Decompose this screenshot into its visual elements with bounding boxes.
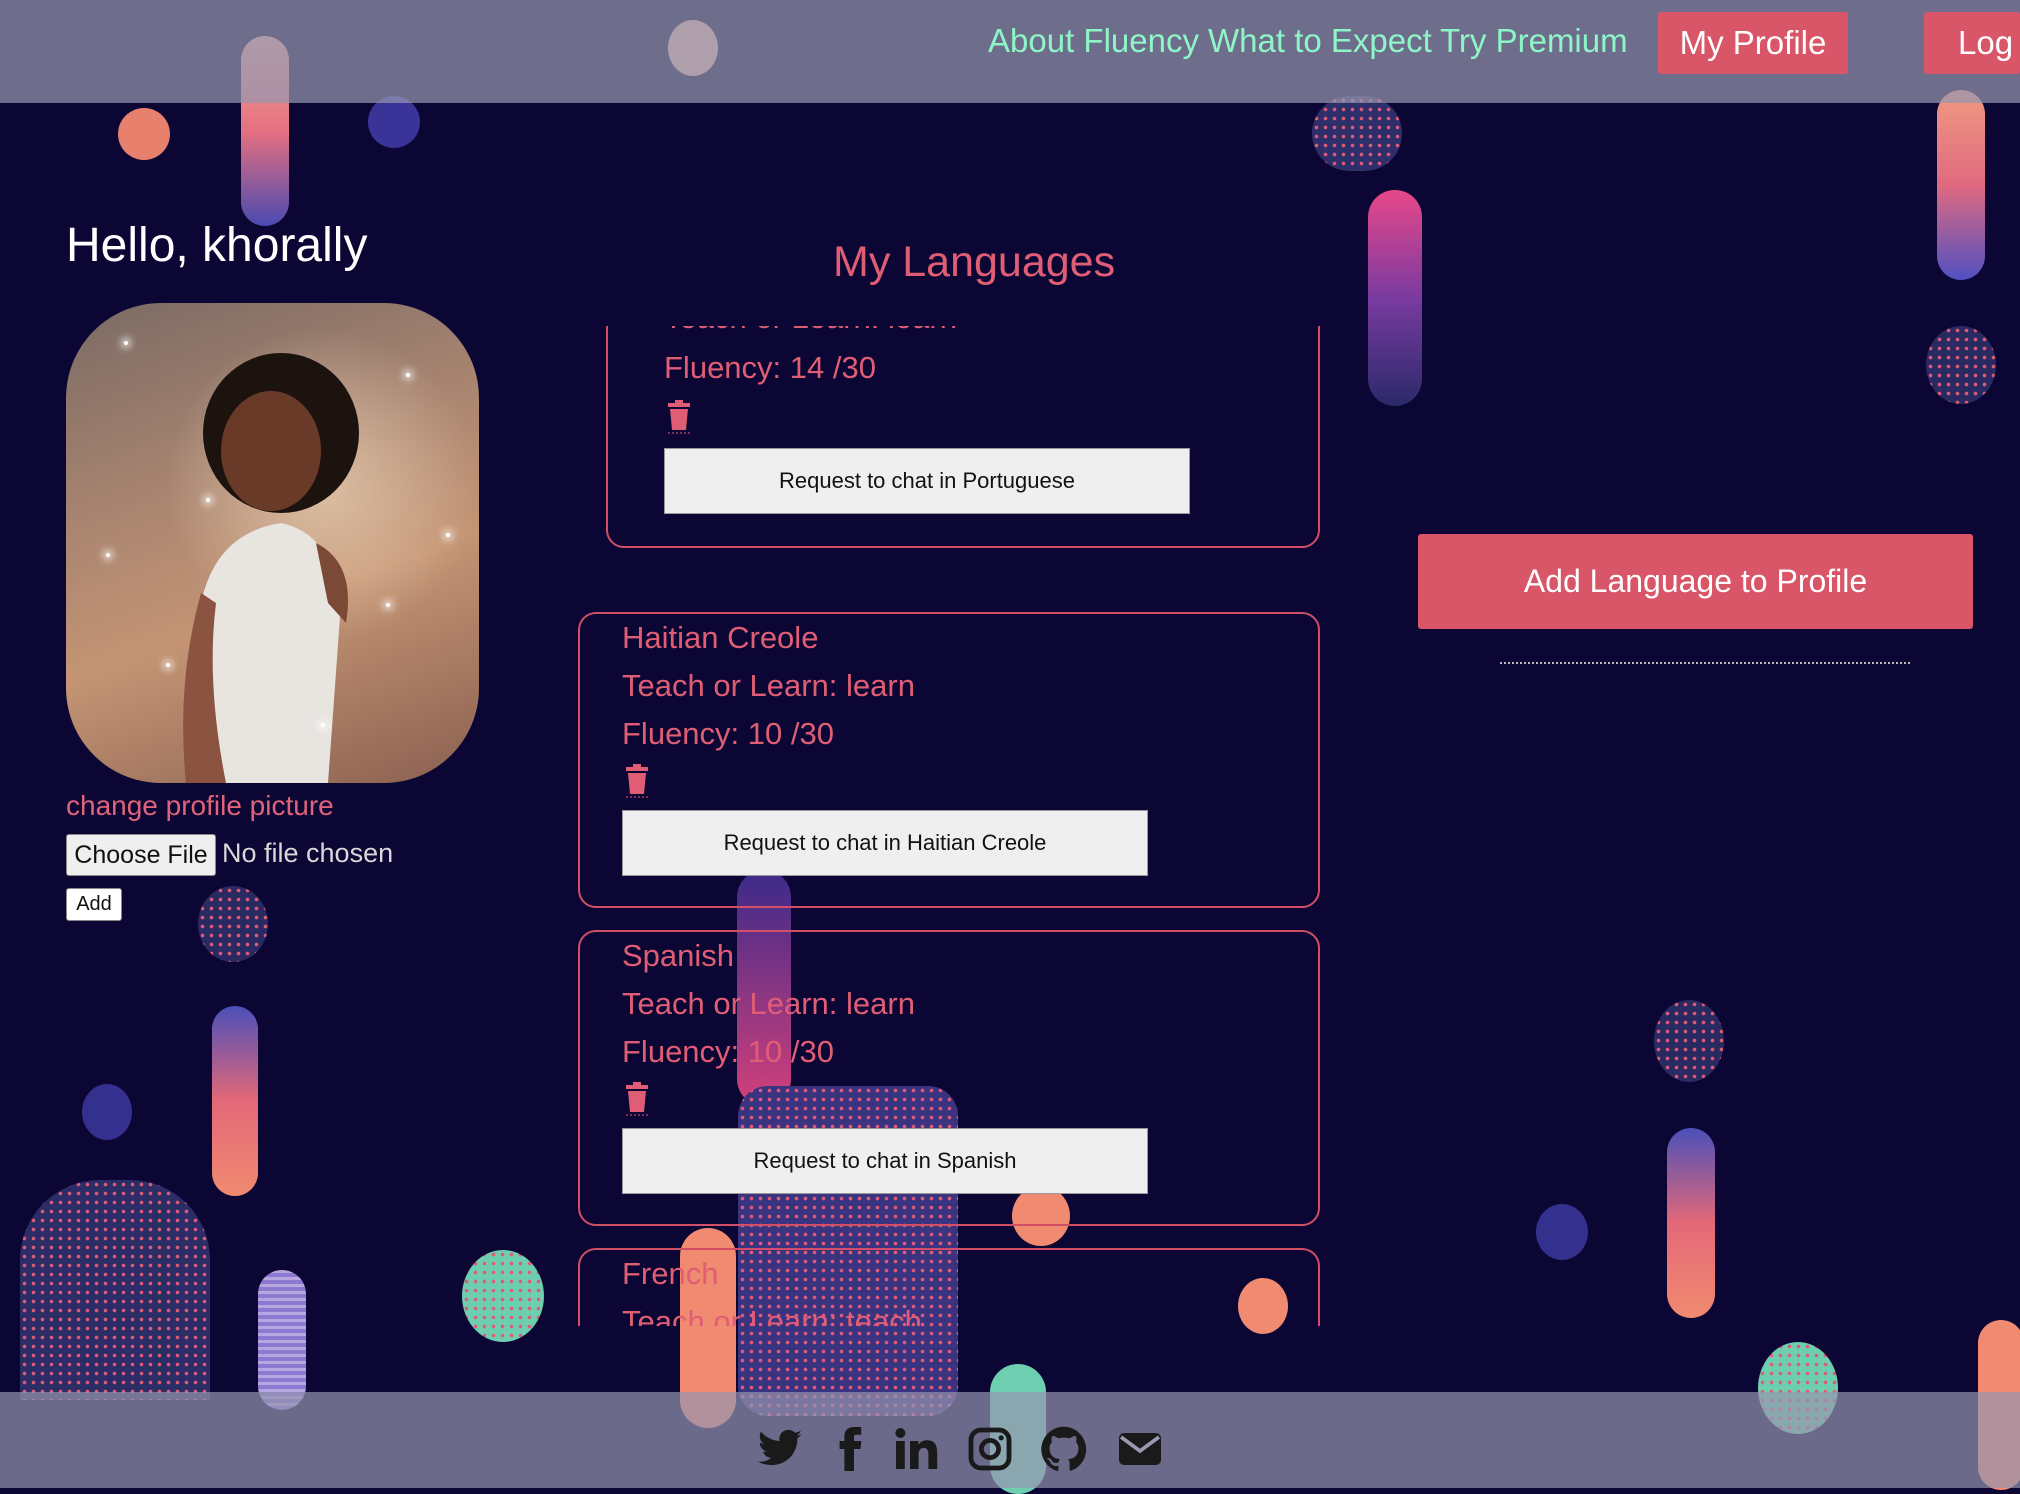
decor-pill: [1937, 90, 1985, 280]
decor-dot: [462, 1250, 544, 1342]
profile-photo: [183, 353, 359, 783]
language-card-french: French Teach or Learn: teach: [578, 1248, 1320, 1326]
decor-blob: [20, 1180, 210, 1400]
language-fluency: Fluency: 10 /30: [622, 1034, 834, 1069]
language-fluency: Fluency: 14 /30: [664, 350, 876, 385]
language-role: Teach or Learn: learn: [622, 668, 915, 703]
request-chat-button[interactable]: Request to chat in Spanish: [622, 1128, 1148, 1194]
email-icon[interactable]: [1116, 1425, 1164, 1473]
my-profile-button[interactable]: My Profile: [1658, 12, 1848, 74]
logout-button[interactable]: Log Out: [1924, 12, 2020, 74]
language-card-spanish: Spanish Teach or Learn: learn Fluency: 1…: [578, 930, 1320, 1226]
decor-dot: [1654, 1000, 1724, 1082]
trash-icon[interactable]: [624, 764, 650, 798]
language-name: Spanish: [622, 938, 735, 973]
sparkle: [124, 341, 128, 345]
file-status-text: No file chosen: [222, 838, 394, 868]
sparkle: [166, 663, 170, 667]
nav-try-premium-link[interactable]: Try Premium: [1440, 22, 1628, 60]
request-chat-button[interactable]: Request to chat in Portuguese: [664, 448, 1190, 514]
decor-dot: [198, 886, 268, 962]
sparkle: [406, 373, 410, 377]
language-name: Haitian Creole: [622, 620, 819, 655]
language-name: French: [622, 1256, 719, 1291]
sparkle: [106, 553, 110, 557]
twitter-icon[interactable]: [756, 1425, 804, 1473]
languages-list[interactable]: Teach or Learn: learn Fluency: 14 /30 Re…: [570, 326, 1330, 1326]
decor-dot: [368, 96, 420, 148]
divider: [1500, 662, 1910, 664]
decor-dot: [118, 108, 170, 160]
linkedin-icon[interactable]: [892, 1425, 940, 1473]
sparkle: [321, 723, 325, 727]
change-picture-label: change profile picture: [66, 790, 334, 821]
greeting-heading: Hello, khorally: [66, 219, 368, 272]
decor-pill: [1667, 1128, 1715, 1318]
decor-pill: [258, 1270, 306, 1410]
instagram-icon[interactable]: [966, 1425, 1014, 1473]
language-role: Teach or Learn: learn: [664, 326, 957, 336]
decor-dot: [1536, 1204, 1588, 1260]
add-language-button[interactable]: Add Language to Profile: [1418, 534, 1973, 629]
language-fluency: Fluency: 10 /30: [622, 716, 834, 751]
language-card-haitian-creole: Haitian Creole Teach or Learn: learn Flu…: [578, 612, 1320, 908]
sparkle: [386, 603, 390, 607]
sparkle: [446, 533, 450, 537]
choose-file-button[interactable]: Choose File: [66, 834, 216, 876]
trash-icon[interactable]: [666, 400, 692, 434]
add-picture-button[interactable]: Add: [66, 888, 122, 921]
language-card-portuguese: Teach or Learn: learn Fluency: 14 /30 Re…: [606, 326, 1320, 548]
language-role: Teach or Learn: teach: [622, 1304, 922, 1326]
decor-dot: [82, 1084, 132, 1140]
sparkle: [206, 498, 210, 502]
nav-about-link[interactable]: About Fluency: [988, 22, 1199, 60]
decor-blob: [1312, 96, 1402, 171]
github-icon[interactable]: [1040, 1425, 1088, 1473]
decor-pill: [1368, 190, 1422, 406]
decor-pill: [212, 1006, 258, 1196]
trash-icon[interactable]: [624, 1082, 650, 1116]
languages-title: My Languages: [833, 238, 1116, 286]
request-chat-button[interactable]: Request to chat in Haitian Creole: [622, 810, 1148, 876]
facebook-icon[interactable]: [826, 1425, 874, 1473]
language-role: Teach or Learn: learn: [622, 986, 915, 1021]
decor-dot: [1926, 326, 1996, 404]
top-nav: About Fluency What to Expect Try Premium…: [0, 0, 2020, 103]
nav-what-to-expect-link[interactable]: What to Expect: [1208, 22, 1432, 60]
avatar: [66, 303, 479, 783]
